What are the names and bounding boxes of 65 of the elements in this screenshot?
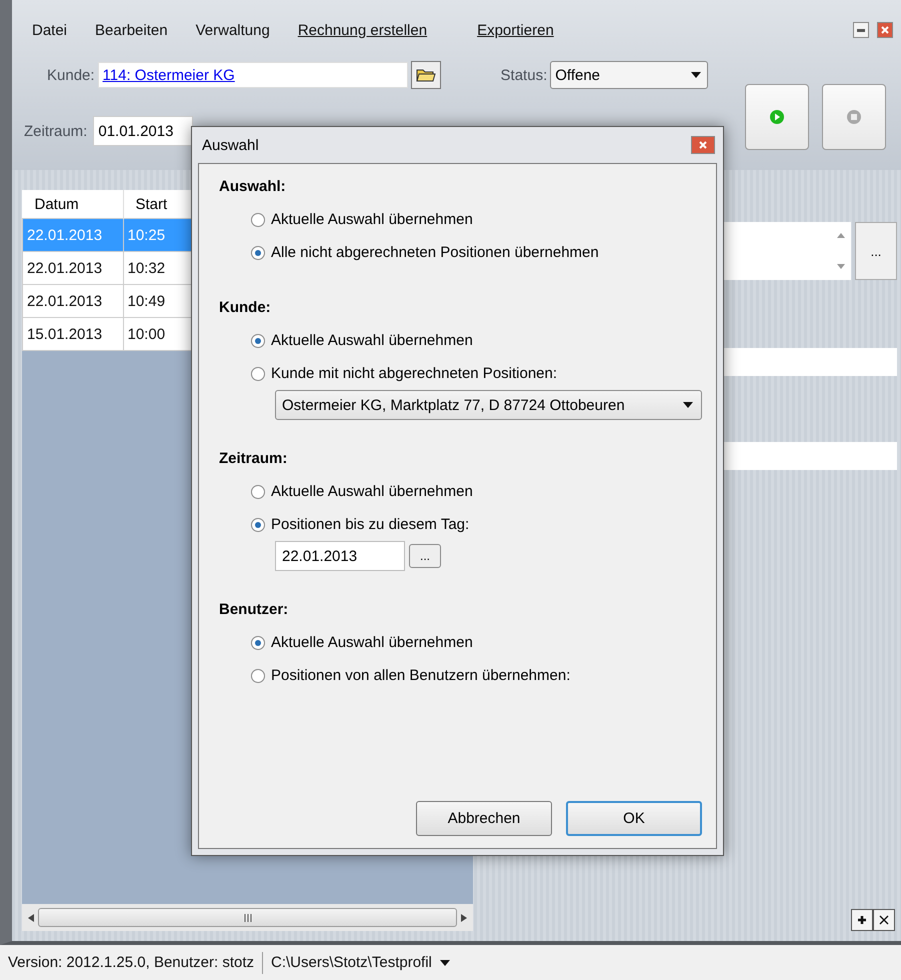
menu-link[interactable]: Rechnung erstellen	[298, 22, 428, 38]
text-field[interactable]	[723, 348, 897, 376]
option-label: Aktuelle Auswahl übernehmen	[271, 634, 473, 651]
column-header[interactable]: Datum	[22, 190, 123, 218]
option-label: Aktuelle Auswahl übernehmen	[271, 332, 473, 349]
date-picker-button[interactable]: ...	[409, 544, 441, 568]
option-label: Aktuelle Auswahl übernehmen	[271, 211, 473, 228]
section-heading: Zeitraum:	[219, 450, 288, 467]
scroll-left-icon[interactable]	[28, 914, 34, 922]
option-label: Aktuelle Auswahl übernehmen	[271, 483, 473, 500]
radio-button[interactable]	[251, 668, 265, 682]
folder-icon[interactable]	[410, 61, 441, 89]
horizontal-scrollbar[interactable]	[22, 904, 473, 931]
table-cell[interactable]: 22.01.2013	[22, 252, 123, 284]
stop-icon	[846, 109, 862, 125]
browse-button[interactable]: ...	[855, 222, 897, 280]
table-cell[interactable]: 15.01.2013	[22, 318, 123, 350]
section-heading: Benutzer:	[219, 601, 290, 618]
option-label: Alle nicht abgerechneten Positionen übernehmen	[271, 244, 599, 261]
remove-icon[interactable]	[873, 909, 895, 931]
status-dropdown[interactable]: Offene	[550, 61, 708, 89]
radio-button[interactable]	[251, 518, 265, 532]
menu-item[interactable]: Bearbeiten	[95, 22, 168, 38]
caret-icon	[683, 402, 693, 408]
add-icon[interactable]	[851, 909, 873, 931]
close-button[interactable]	[877, 22, 893, 38]
grip-icon	[242, 914, 252, 922]
minimize-icon	[857, 28, 865, 32]
close-button[interactable]	[691, 136, 715, 154]
customer-label: Kunde:	[47, 66, 95, 84]
table-cell[interactable]: 22.01.2013	[22, 284, 123, 318]
menu-link[interactable]: Exportieren	[477, 22, 554, 38]
radio-button[interactable]	[251, 636, 265, 650]
cancel-button[interactable]: Abbrechen	[416, 801, 552, 836]
menu-item[interactable]: Datei	[32, 22, 68, 38]
customer-field[interactable]: 114: Ostermeier KG	[98, 62, 408, 88]
option-label: Positionen bis zu diesem Tag:	[271, 516, 470, 533]
caret-icon	[440, 960, 450, 966]
radio-button[interactable]	[251, 212, 265, 226]
status-label: Status:	[500, 66, 548, 84]
radio-button[interactable]	[251, 334, 265, 348]
date-field[interactable]: 22.01.2013	[275, 541, 405, 571]
stop-button[interactable]	[822, 84, 886, 150]
period-label: Zeitraum:	[24, 122, 88, 140]
customer-dropdown[interactable]: Ostermeier KG, Marktplatz 77, D 87724 Ottobeuren	[275, 390, 702, 420]
play-button[interactable]	[745, 84, 810, 150]
option-label: Positionen von allen Benutzern übernehmen:	[271, 667, 570, 684]
date-field[interactable]: 01.01.2013	[93, 116, 194, 146]
version-text: Version: 2012.1.25.0, Benutzer: stotz	[8, 954, 254, 971]
minimize-button[interactable]	[853, 22, 869, 38]
ok-button[interactable]: OK	[566, 801, 702, 836]
notes-field[interactable]	[723, 222, 851, 280]
close-icon	[881, 26, 889, 34]
caret-icon	[691, 72, 702, 78]
radio-button[interactable]	[251, 366, 265, 380]
radio-button[interactable]	[251, 246, 265, 260]
radio-button[interactable]	[251, 484, 265, 498]
play-icon	[769, 109, 786, 125]
dialog-title: Auswahl	[202, 136, 259, 154]
close-icon	[699, 141, 707, 149]
text-field[interactable]	[723, 442, 897, 470]
profile-selector[interactable]: C:\Users\Stotz\Testprofil	[271, 954, 450, 971]
menu-item[interactable]: Verwaltung	[196, 22, 270, 38]
scroll-right-icon[interactable]	[461, 914, 467, 922]
option-label: Kunde mit nicht abgerechneten Positionen:	[271, 365, 558, 382]
